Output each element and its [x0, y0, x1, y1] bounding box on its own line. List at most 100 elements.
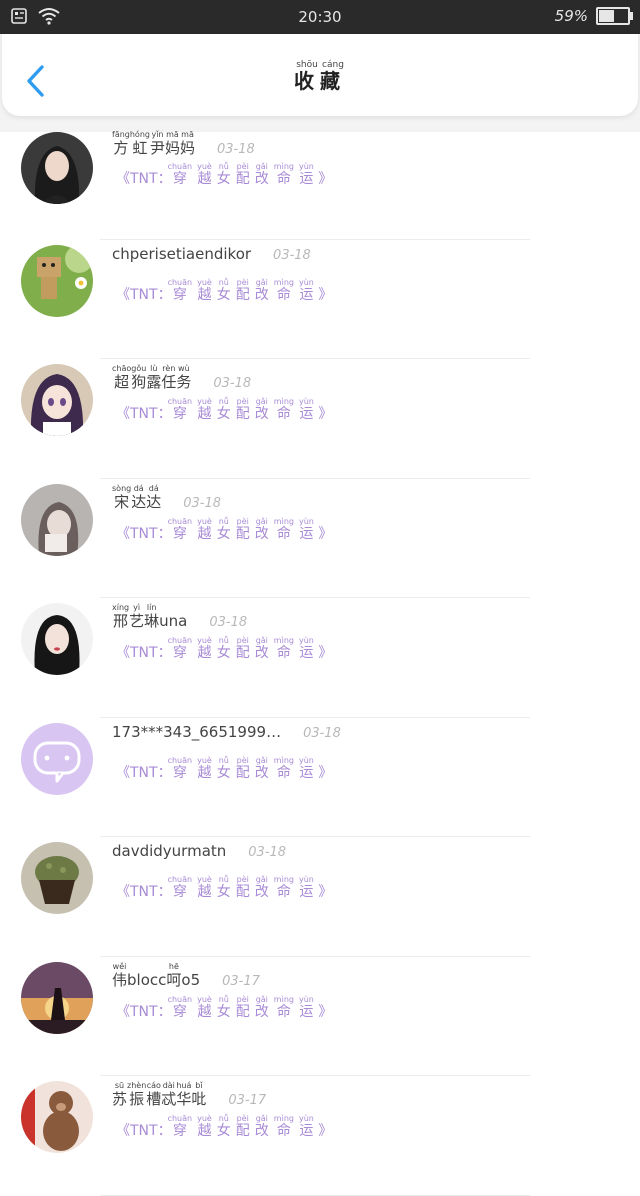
book-title-char: 命mìng — [273, 875, 294, 900]
avatar[interactable] — [21, 244, 93, 317]
avatar[interactable] — [21, 483, 93, 556]
list-item[interactable]: davdidyurmatn 03-18 《TNT：穿chuān 越yuè 女nǚ 配pèi… — [0, 837, 640, 957]
book-title-prefix: 《TNT： — [116, 1123, 172, 1139]
book-title-char: 女nǚ — [216, 636, 231, 661]
book-title-char: 穿chuān — [167, 875, 193, 900]
book-title-link[interactable]: 《TNT：穿chuān 越yuè 女nǚ 配pèi 改gǎi 命mìng运yùn》 — [116, 756, 332, 782]
avatar[interactable] — [21, 842, 93, 914]
list-item[interactable]: chperisetiaendikor 03-18 《TNT：穿chuān 越yuè 女n… — [0, 240, 640, 359]
list-item[interactable]: 伟wěiblocc呵hēo5 03-17 《TNT：穿chuān 越yuè 女nǚ 配pè… — [0, 957, 640, 1076]
book-title-link[interactable]: 《TNT：穿chuān 越yuè 女nǚ 配pèi 改gǎi 命mìng运yùn》 — [116, 517, 332, 543]
book-title-char: 改gǎi — [254, 875, 269, 900]
book-title-char: 穿chuān — [167, 994, 193, 1020]
book-title-link[interactable]: 《TNT：穿chuān 越yuè 女nǚ 配pèi 改gǎi 命mìng运yùn》 — [116, 1114, 332, 1140]
book-title-char: 运yùn — [298, 636, 314, 661]
book-title-link[interactable]: 《TNT：穿chuān 越yuè 女nǚ 配pèi 改gǎi 命mìng运yùn》 — [116, 397, 332, 423]
book-title-prefix: 《TNT： — [116, 764, 172, 781]
book-title-char: 穿chuān — [167, 636, 193, 661]
avatar[interactable] — [21, 364, 93, 436]
book-title-link[interactable]: 《TNT：穿chuān 越yuè 女nǚ 配pèi 改gǎi 命mìng运yùn》 — [116, 995, 332, 1021]
name-char: 苏sū — [112, 1081, 128, 1108]
user-name: 超chāo狗gǒu露lù任rèn务wù 03-18 — [112, 364, 251, 392]
user-name: 173***343_6651999… 03-18 — [112, 723, 341, 741]
name-char: 琳lín — [144, 603, 160, 630]
book-title-char: 改gǎi — [254, 397, 269, 422]
avatar[interactable] — [21, 132, 93, 204]
book-title-char: 女nǚ — [216, 1114, 231, 1139]
book-title-char: 配pèi — [235, 277, 250, 303]
book-title-char: 越yuè — [197, 277, 212, 303]
book-title-char: 改gǎi — [254, 636, 269, 661]
book-title-char: 配pèi — [235, 162, 250, 187]
book-title-char: 越yuè — [197, 397, 212, 422]
book-title-char: 穿chuān — [167, 397, 193, 422]
name-char: 达dá — [131, 483, 147, 511]
book-title-char: 穿chuān — [167, 277, 193, 303]
book-title-link[interactable]: 《TNT：穿chuān 越yuè 女nǚ 配pèi 改gǎi 命mìng运yùn》 — [116, 636, 332, 662]
name-text: chperisetiaendikor — [112, 244, 252, 263]
book-title-char: 改gǎi — [254, 277, 269, 303]
name-char: 达dá — [146, 483, 162, 511]
name-char: 露lù — [146, 364, 162, 391]
user-name: 苏sū振zhèn槽cáo忒dài华huá吡bǐ 03-17 — [112, 1081, 266, 1109]
book-title-char: 越yuè — [197, 1114, 212, 1139]
favorite-date: 03-18 — [217, 142, 255, 157]
name-char: 方fāng — [112, 130, 130, 157]
book-title-char: 命mìng — [273, 636, 294, 661]
avatar[interactable] — [21, 603, 93, 675]
name-char: 吡bǐ — [191, 1081, 207, 1108]
avatar[interactable] — [21, 961, 93, 1034]
favorite-date: 03-18 — [303, 725, 341, 741]
book-title-char: 改gǎi — [254, 755, 269, 781]
list-item[interactable]: 邢xíng艺yì琳línuna 03-18 《TNT：穿chuān 越yuè 女nǚ 配p… — [0, 598, 640, 718]
book-title-char: 命mìng — [273, 755, 294, 781]
book-title-char: 女nǚ — [216, 397, 231, 422]
book-title-char: 穿chuān — [167, 516, 193, 542]
list-item[interactable]: 宋sòng达dá达dá03-18 《TNT：穿chuān越yuè女nǚ配pèi改g… — [0, 479, 640, 598]
book-title-char: 越yuè — [197, 994, 212, 1020]
name-char: 尹yǐn — [149, 130, 165, 157]
favorite-date: 03-18 — [183, 495, 222, 511]
list-item[interactable]: 173***343_6651999… 03-18 《TNT：穿chuān 越yuè 女n… — [0, 718, 640, 837]
book-title-link[interactable]: 《TNT：穿chuān 越yuè 女nǚ 配pèi 改gǎi 命mìng运yùn》 — [116, 278, 332, 304]
book-title-link[interactable]: 《TNT：穿chuān 越yuè 女nǚ 配pèi 改gǎi 命mìng运yùn》 — [116, 875, 332, 901]
title-char: 收shōu — [294, 60, 320, 93]
name-char: 华huá — [176, 1081, 192, 1108]
book-title-char: 命mìng — [273, 1114, 294, 1139]
name-text: davdidyurmatn — [112, 842, 227, 860]
list-item[interactable]: 苏sū振zhèn槽cáo忒dài华huá吡bǐ 03-17 《TNT：穿chuān越… — [0, 1076, 640, 1196]
name-char: 邢xíng — [112, 603, 130, 630]
name-text: 173***343_6651999… — [112, 722, 282, 741]
name-char: 忒dài — [161, 1081, 177, 1108]
book-title-char: 运yùn — [298, 875, 314, 900]
book-title-char: 改gǎi — [254, 516, 269, 542]
book-title-char: 女nǚ — [216, 516, 231, 542]
avatar[interactable] — [21, 722, 93, 795]
book-title-prefix: 《TNT： — [116, 286, 172, 303]
user-name: chperisetiaendikor 03-18 — [112, 245, 311, 263]
name-text: una — [159, 612, 188, 630]
book-title-char: 运yùn — [298, 397, 314, 422]
name-char: 妈mā — [164, 130, 180, 157]
list-item[interactable]: 超chāo狗gǒu露lù任rèn务wù 03-18 《TNT：穿chuān 越yuè 女… — [0, 359, 640, 479]
battery-level — [599, 10, 615, 22]
book-title-char: 穿chuān — [167, 755, 193, 781]
book-title-char: 女nǚ — [216, 994, 231, 1020]
book-title-suffix: 》 — [318, 286, 333, 303]
book-title-link[interactable]: 《TNT：穿chuān 越yuè 女nǚ 配pèi 改gǎi 命mìng运yùn》 — [116, 162, 332, 188]
name-char: 艺yì — [129, 603, 145, 630]
book-title-char: 运yùn — [298, 1114, 314, 1139]
user-name: 方fāng虹hóng尹yǐn妈mā妈mā03-18 — [112, 130, 255, 158]
book-title-char: 改gǎi — [254, 994, 269, 1020]
name-text: blocc — [127, 970, 167, 989]
page-title: 收shōu藏cáng — [2, 60, 638, 94]
book-title-char: 命mìng — [273, 397, 294, 422]
list-item[interactable]: 方fāng虹hóng尹yǐn妈mā妈mā03-18 《TNT：穿chuān越yuè… — [0, 120, 640, 240]
navigation-header: 收shōu藏cáng — [2, 34, 638, 116]
book-title-prefix: 《TNT： — [116, 645, 172, 661]
avatar[interactable] — [21, 1081, 93, 1153]
book-title-char: 配pèi — [235, 755, 250, 781]
book-title-suffix: 》 — [318, 884, 333, 900]
book-title-suffix: 》 — [318, 1003, 333, 1020]
favorite-date: 03-18 — [273, 247, 311, 263]
